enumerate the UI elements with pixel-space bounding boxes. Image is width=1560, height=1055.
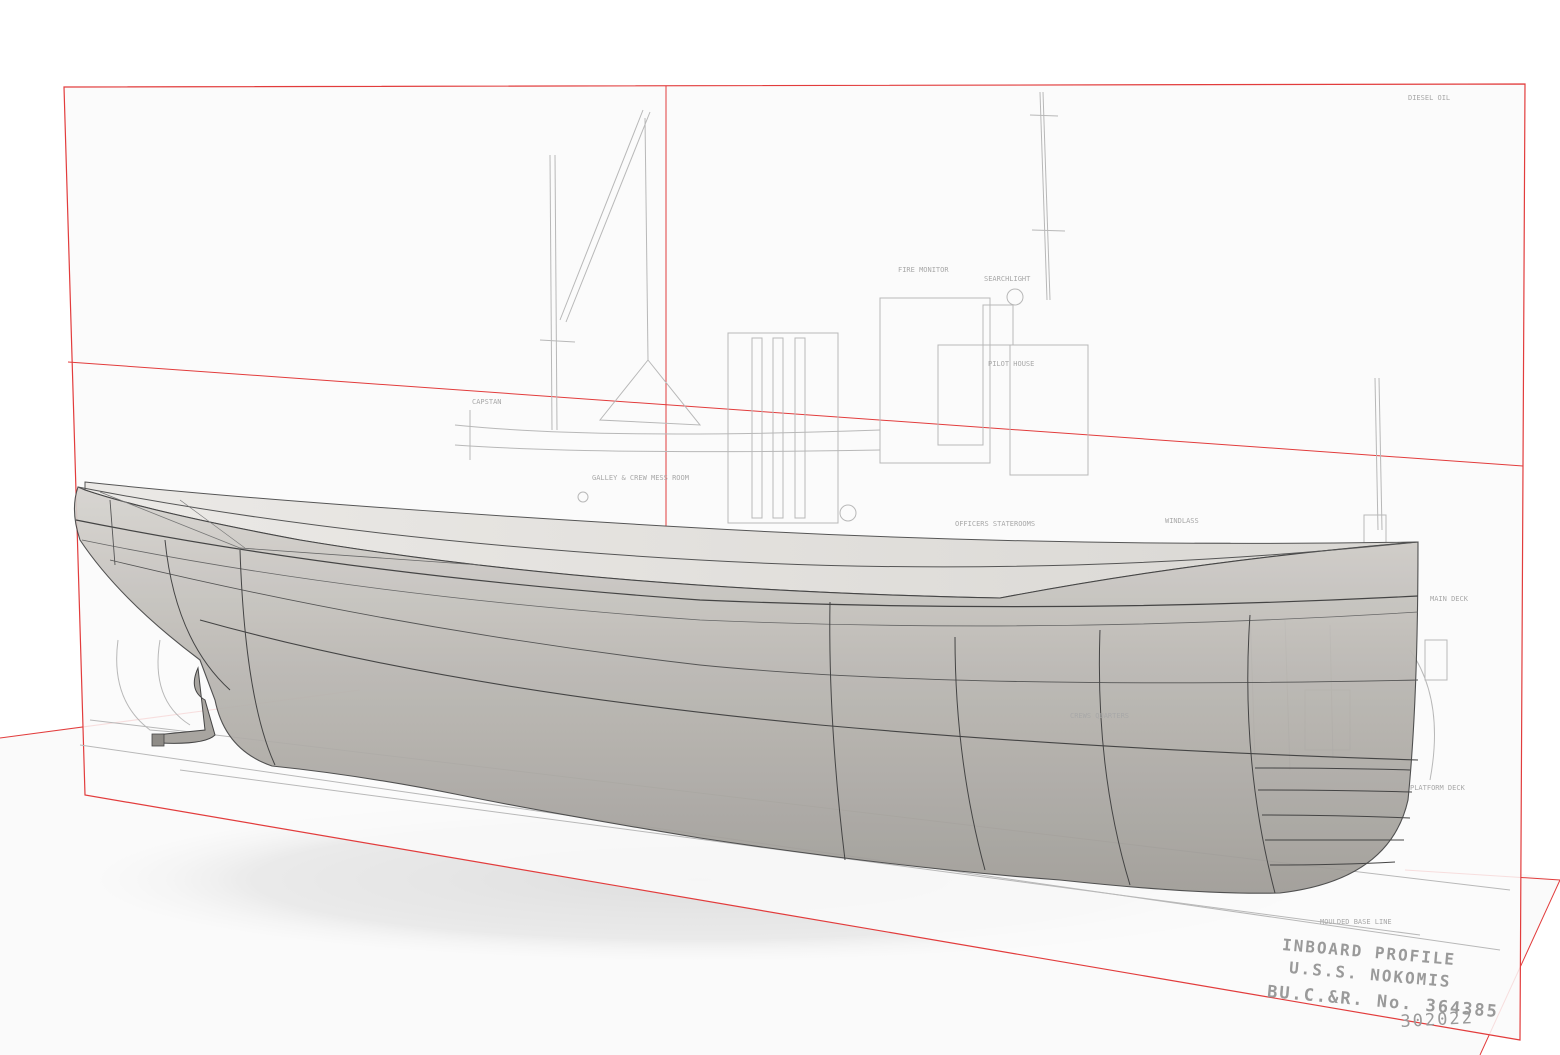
3d-viewport[interactable]: SEARCHLIGHT FIRE MONITOR PILOT HOUSE OFF… bbox=[0, 0, 1560, 1055]
label-pilot-house: PILOT HOUSE bbox=[988, 360, 1035, 368]
label-windlass: WINDLASS bbox=[1165, 517, 1199, 525]
label-crews-quarters: CREWS QUARTERS bbox=[1070, 712, 1130, 720]
label-capstan: CAPSTAN bbox=[472, 398, 502, 406]
label-diesel-oil: DIESEL OIL bbox=[1408, 94, 1451, 102]
drawing-number: 302022 bbox=[1400, 1008, 1475, 1032]
label-galley: GALLEY & CREW MESS ROOM bbox=[592, 474, 689, 482]
label-main-deck: MAIN DECK bbox=[1430, 595, 1468, 603]
label-platform-deck: PLATFORM DECK bbox=[1410, 784, 1465, 792]
label-officers-staterooms: OFFICERS STATEROOMS bbox=[955, 520, 1036, 528]
label-moulded-base-line: MOULDED BASE LINE bbox=[1320, 918, 1392, 926]
propeller-shaft-fairing bbox=[151, 733, 165, 747]
label-searchlight: SEARCHLIGHT bbox=[984, 275, 1031, 283]
label-fire-monitor: FIRE MONITOR bbox=[898, 266, 949, 274]
scene-canvas[interactable] bbox=[0, 0, 1560, 1055]
